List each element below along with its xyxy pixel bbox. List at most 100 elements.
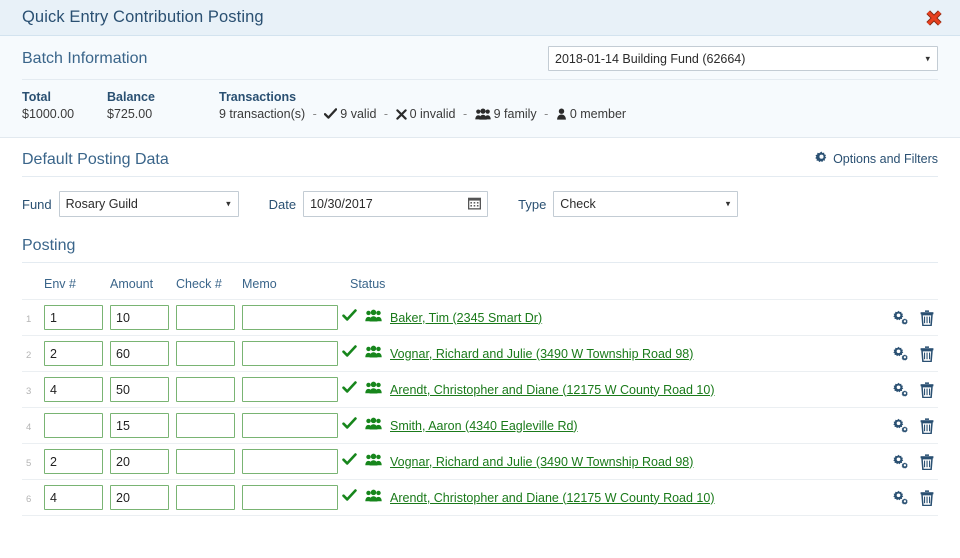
- actions-header: [876, 263, 938, 300]
- batch-select[interactable]: 2018-01-14 Building Fund (62664) ▾: [548, 46, 938, 71]
- check-input[interactable]: [176, 377, 235, 402]
- memo-cell: [242, 407, 342, 444]
- env-input[interactable]: [44, 413, 103, 438]
- person-link[interactable]: Baker, Tim (2345 Smart Dr): [390, 311, 542, 325]
- check-cell: [176, 443, 242, 480]
- env-input[interactable]: [44, 377, 103, 402]
- date-value: 10/30/2017: [310, 197, 373, 211]
- cogs-icon[interactable]: [893, 310, 909, 325]
- trash-icon[interactable]: [920, 489, 934, 506]
- check-input[interactable]: [176, 305, 235, 330]
- amount-input[interactable]: [110, 377, 169, 402]
- posting-header: Posting: [22, 217, 938, 263]
- status-cell: Arendt, Christopher and Diane (12175 W C…: [342, 371, 876, 408]
- env-input[interactable]: [44, 485, 103, 510]
- calendar-icon[interactable]: [468, 197, 482, 212]
- trash-icon[interactable]: [920, 417, 934, 434]
- memo-input[interactable]: [242, 485, 338, 510]
- default-posting-data-section: Default Posting Data Options and Filters…: [0, 138, 960, 516]
- row-number-cell: 5: [22, 443, 44, 480]
- family-count: 9 family: [493, 107, 537, 121]
- row-number-cell: 2: [22, 335, 44, 372]
- quick-entry-contribution-posting-window: Quick Entry Contribution Posting Batch I…: [0, 0, 960, 558]
- amount-input[interactable]: [110, 485, 169, 510]
- type-select[interactable]: Check ▾: [553, 191, 739, 217]
- separator: -: [312, 107, 317, 121]
- amount-input[interactable]: [110, 305, 169, 330]
- person-link[interactable]: Arendt, Christopher and Diane (12175 W C…: [390, 383, 715, 397]
- amount-input[interactable]: [110, 413, 169, 438]
- options-and-filters-button[interactable]: Options and Filters: [815, 151, 938, 169]
- batch-information-header: Batch Information 2018-01-14 Building Fu…: [22, 46, 938, 80]
- posting-heading: Posting: [22, 237, 76, 254]
- status-cell: Vognar, Richard and Julie (3490 W Townsh…: [342, 443, 876, 480]
- check-input[interactable]: [176, 413, 235, 438]
- trash-icon[interactable]: [920, 345, 934, 362]
- env-input[interactable]: [44, 341, 103, 366]
- amount-header: Amount: [110, 263, 176, 300]
- row-number: 1: [26, 313, 32, 325]
- close-x-icon[interactable]: [922, 6, 946, 30]
- default-posting-fields: Fund Rosary Guild ▾ Date 10/30/2017 Type: [22, 177, 938, 217]
- check-input[interactable]: [176, 485, 235, 510]
- check-input[interactable]: [176, 449, 235, 474]
- row-number: 5: [26, 457, 32, 469]
- person-link[interactable]: Vognar, Richard and Julie (3490 W Townsh…: [390, 455, 693, 469]
- memo-input[interactable]: [242, 305, 338, 330]
- status-cell: Smith, Aaron (4340 Eagleville Rd): [342, 407, 876, 444]
- amount-input[interactable]: [110, 341, 169, 366]
- person-link[interactable]: Vognar, Richard and Julie (3490 W Townsh…: [390, 347, 693, 361]
- cogs-icon[interactable]: [893, 346, 909, 361]
- check-cell: [176, 371, 242, 408]
- posting-table: Env # Amount Check # Memo Status 1 Baker,…: [22, 263, 938, 516]
- env-cell: [44, 443, 110, 480]
- amount-input[interactable]: [110, 449, 169, 474]
- trash-icon[interactable]: [920, 309, 934, 326]
- env-input[interactable]: [44, 305, 103, 330]
- cogs-icon[interactable]: [893, 454, 909, 469]
- memo-cell: [242, 371, 342, 408]
- options-and-filters-label: Options and Filters: [833, 152, 938, 166]
- chevron-down-icon: ▾: [925, 53, 930, 63]
- fund-select[interactable]: Rosary Guild ▾: [58, 191, 239, 217]
- row-actions-cell: [876, 299, 938, 336]
- trash-icon[interactable]: [920, 381, 934, 398]
- memo-input[interactable]: [242, 449, 338, 474]
- memo-input[interactable]: [242, 341, 338, 366]
- cogs-icon[interactable]: [893, 490, 909, 505]
- total-value: $1000.00: [22, 107, 75, 121]
- memo-input[interactable]: [242, 377, 338, 402]
- env-header: Env #: [44, 263, 110, 300]
- person-link[interactable]: Smith, Aaron (4340 Eagleville Rd): [390, 419, 578, 433]
- date-input[interactable]: 10/30/2017: [303, 191, 489, 217]
- chevron-down-icon: ▾: [226, 198, 231, 209]
- check-cell: [176, 335, 242, 372]
- row-number-cell: 1: [22, 299, 44, 336]
- x-mark-icon: [395, 109, 407, 123]
- env-input[interactable]: [44, 449, 103, 474]
- family-icon: [365, 345, 382, 363]
- cogs-icon[interactable]: [893, 382, 909, 397]
- trash-icon[interactable]: [920, 453, 934, 470]
- family-icon: [365, 453, 382, 471]
- status-cell: Vognar, Richard and Julie (3490 W Townsh…: [342, 335, 876, 372]
- invalid-count: 0 invalid: [409, 107, 456, 121]
- amount-cell: [110, 443, 176, 480]
- memo-input[interactable]: [242, 413, 338, 438]
- member-icon: [556, 108, 567, 123]
- separator: -: [544, 107, 549, 121]
- transactions-label: Transactions: [219, 90, 297, 104]
- default-posting-data-heading: Default Posting Data: [22, 151, 169, 168]
- row-number-cell: 6: [22, 479, 44, 516]
- person-link[interactable]: Arendt, Christopher and Diane (12175 W C…: [390, 491, 715, 505]
- row-actions-cell: [876, 335, 938, 372]
- check-input[interactable]: [176, 341, 235, 366]
- env-cell: [44, 407, 110, 444]
- family-icon: [365, 381, 382, 399]
- row-number: 2: [26, 349, 32, 361]
- transaction-count: 9 transaction(s): [219, 107, 306, 121]
- check-icon: [342, 344, 357, 363]
- cogs-icon[interactable]: [893, 418, 909, 433]
- row-number: 3: [26, 385, 32, 397]
- type-label: Type: [518, 196, 547, 212]
